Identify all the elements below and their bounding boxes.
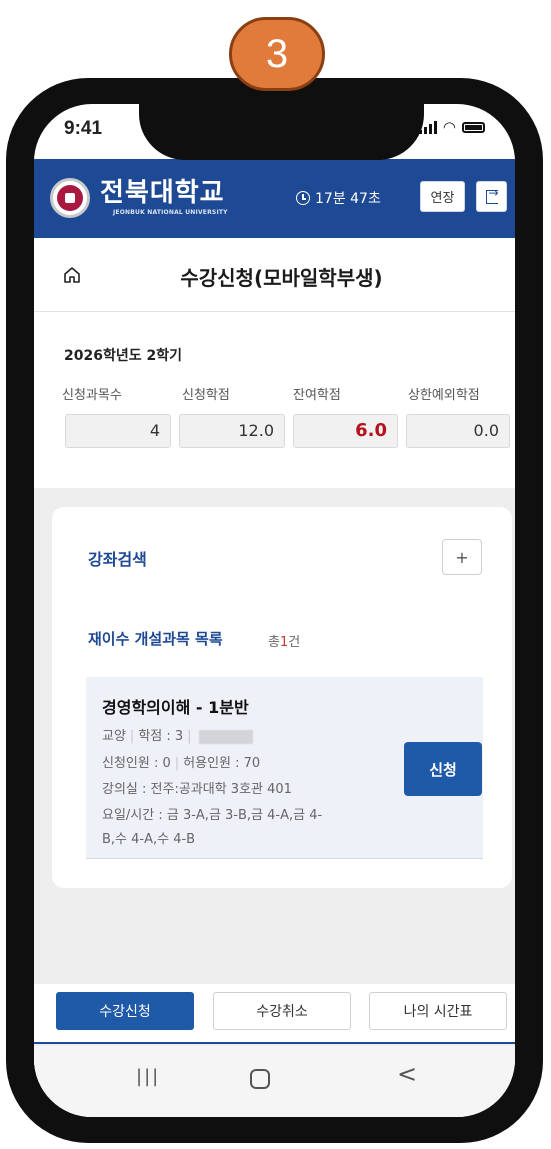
course-list-total: 총1건 (268, 631, 300, 650)
home-nav-icon[interactable] (250, 1069, 270, 1089)
page-title: 수강신청(모바일학부생) (180, 266, 383, 290)
battery-icon (462, 122, 485, 133)
phone-frame: 9:41 ◠ 전북대학교 JEONBUK NATIONAL UNIVERSITY… (6, 78, 543, 1143)
summary-label-exception: 상한예외학점 (408, 388, 480, 403)
recent-apps-icon[interactable]: ||| (136, 1066, 160, 1087)
course-credits: 학점 : 3 (138, 729, 184, 744)
course-name: 경영학의이해 - 1분반 (102, 698, 249, 717)
tab-timetable[interactable]: 나의 시간표 (369, 992, 507, 1030)
summary-value-exception: 0.0 (406, 414, 510, 448)
separator: | (174, 756, 180, 771)
logout-button[interactable] (476, 181, 507, 212)
tab-register[interactable]: 수강신청 (56, 992, 194, 1030)
step-number-badge: 3 (229, 17, 325, 91)
course-meta: 교양 | 학점 : 3 | (102, 725, 253, 744)
university-logo-icon (50, 178, 90, 218)
session-timer: 17분 47초 (296, 188, 381, 208)
course-room: 강의실 : 전주:공과대학 3호관 401 (102, 782, 292, 797)
wifi-icon: ◠ (442, 118, 456, 136)
total-suffix: 건 (288, 635, 301, 650)
course-enrollment: 신청인원 : 0 | 허용인원 : 70 (102, 752, 260, 771)
extend-session-button[interactable]: 연장 (420, 181, 465, 212)
course-capacity: 허용인원 : 70 (183, 756, 261, 771)
apply-course-button[interactable]: 신청 (404, 742, 482, 796)
total-prefix: 총 (268, 635, 280, 650)
session-timer-text: 17분 47초 (315, 191, 381, 207)
university-name: 전북대학교 (100, 178, 225, 208)
course-list-title: 재이수 개설과목 목록 (88, 630, 223, 648)
title-bar: 수강신청(모바일학부생) (34, 238, 515, 312)
expand-search-button[interactable]: + (442, 539, 482, 575)
app-header: 전북대학교 JEONBUK NATIONAL UNIVERSITY 17분 47… (34, 159, 515, 238)
tab-cancel[interactable]: 수강취소 (213, 992, 351, 1030)
separator: | (187, 729, 192, 744)
status-icons: ◠ (418, 118, 485, 136)
status-time: 9:41 (64, 118, 103, 139)
android-nav-bar: ||| < (34, 1046, 515, 1117)
clock-icon (296, 191, 310, 205)
course-schedule-line2: B,수 4-A,수 4-B (102, 832, 196, 847)
course-schedule-line1: 요일/시간 : 금 3-A,금 3-B,금 4-A,금 4- (102, 808, 323, 823)
summary-value-remaining: 6.0 (293, 414, 398, 448)
phone-notch (139, 104, 424, 160)
summary-label-credits: 신청학점 (182, 388, 230, 403)
back-icon[interactable]: < (397, 1060, 417, 1088)
separator: | (129, 729, 135, 744)
redacted-field (198, 729, 253, 744)
phone-screen: 9:41 ◠ 전북대학교 JEONBUK NATIONAL UNIVERSITY… (34, 104, 515, 1117)
search-section-title: 강좌검색 (88, 550, 147, 569)
summary-label-courses: 신청과목수 (62, 388, 122, 403)
logout-icon (485, 186, 499, 204)
course-applicants: 신청인원 : 0 (102, 756, 171, 771)
term-label: 2026학년도 2학기 (64, 348, 182, 364)
summary-value-credits: 12.0 (179, 414, 285, 448)
summary-value-courses: 4 (65, 414, 171, 448)
total-count: 1 (279, 635, 289, 650)
course-category: 교양 (102, 729, 126, 744)
university-name-en: JEONBUK NATIONAL UNIVERSITY (113, 209, 228, 216)
summary-label-remaining: 잔여학점 (293, 388, 341, 403)
